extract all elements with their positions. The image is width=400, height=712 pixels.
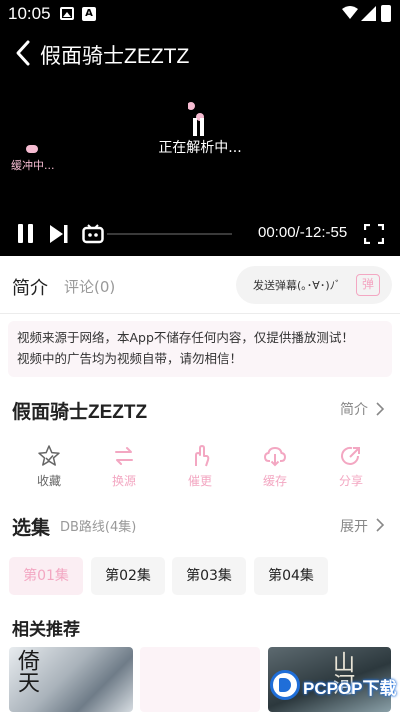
danmu-input[interactable]: 发送弹幕(｡･∀･)ﾉﾞ 弹 xyxy=(236,266,392,304)
disclaimer-line-1: 视频来源于网络，本App不储存任何内容，仅提供播放测试！ xyxy=(17,330,354,345)
cloud-download-icon xyxy=(263,446,287,467)
request-update-button[interactable]: 催更 xyxy=(175,444,225,490)
intro-link[interactable]: 简介 xyxy=(340,399,368,419)
watermark: PCPOP下载 xyxy=(270,668,397,702)
watermark-text: PCPOP下载 xyxy=(303,679,397,698)
episode-button[interactable]: 第02集 xyxy=(91,557,165,595)
share-label: 分享 xyxy=(338,474,363,488)
share-button[interactable]: 分享 xyxy=(326,444,376,490)
detail-title: 假面骑士ZEZTZ xyxy=(12,402,148,423)
video-player[interactable]: 10:05 A 假面骑士ZEZTZ 正在解析中... 缓冲中... 00:00/… xyxy=(0,0,400,256)
video-title: 假面骑士ZEZTZ xyxy=(40,45,190,68)
fullscreen-icon[interactable] xyxy=(364,224,384,244)
request-update-label: 催更 xyxy=(187,474,212,488)
poster-calligraphy: 倚天 xyxy=(14,649,39,693)
danmu-toggle-icon[interactable] xyxy=(82,224,104,244)
swap-icon xyxy=(115,447,133,465)
pause-icon[interactable] xyxy=(17,224,35,244)
time-display: 00:00/-12:-55 xyxy=(258,224,348,241)
buffering-status-text: 缓冲中... xyxy=(11,159,55,172)
recommend-poster[interactable]: 倚天 xyxy=(9,647,133,712)
cache-label: 缓存 xyxy=(262,474,287,488)
skip-next-icon[interactable] xyxy=(48,224,70,244)
recommend-title: 相关推荐 xyxy=(12,620,80,640)
tab-intro[interactable]: 简介 xyxy=(12,274,48,300)
player-title-bar: 假面骑士ZEZTZ xyxy=(0,36,400,70)
episode-button[interactable]: 第01集 xyxy=(9,557,83,595)
favorite-label: 收藏 xyxy=(36,474,61,488)
hand-icon xyxy=(195,445,210,467)
episode-button[interactable]: 第03集 xyxy=(172,557,246,595)
share-icon xyxy=(341,446,360,465)
star-icon xyxy=(38,445,60,466)
disclaimer-notice: 视频来源于网络，本App不储存任何内容，仅提供播放测试！ 视频中的广告均为视频自… xyxy=(8,321,392,377)
cache-button[interactable]: 缓存 xyxy=(250,444,300,490)
episodes-title: 选集 xyxy=(12,517,51,539)
expand-link[interactable]: 展开 xyxy=(340,516,368,536)
switch-source-label: 换源 xyxy=(111,474,136,488)
favorite-button[interactable]: 收藏 xyxy=(24,444,74,490)
route-label[interactable]: DB路线(4集) xyxy=(60,516,136,535)
buffer-indicator xyxy=(26,145,38,153)
player-controls: 00:00/-12:-55 xyxy=(0,218,400,250)
parsing-status-text: 正在解析中... xyxy=(158,140,242,156)
status-time: 10:05 xyxy=(8,4,51,23)
recommend-poster[interactable] xyxy=(140,647,260,712)
a-app-icon: A xyxy=(82,7,96,21)
wifi-icon xyxy=(342,6,358,19)
battery-icon xyxy=(381,5,391,22)
switch-source-button[interactable]: 换源 xyxy=(99,444,149,490)
watermark-logo-icon xyxy=(270,670,300,700)
danmu-send-button[interactable]: 弹 xyxy=(356,274,380,296)
image-icon xyxy=(60,7,74,20)
disclaimer-line-2: 视频中的广告均为视频自带，请勿相信！ xyxy=(17,351,243,366)
signal-icon xyxy=(361,6,376,21)
chevron-right-icon[interactable] xyxy=(375,402,385,416)
detail-tabs: 简介 评论(0) 发送弹幕(｡･∀･)ﾉﾞ 弹 xyxy=(0,256,400,314)
episode-button[interactable]: 第04集 xyxy=(254,557,328,595)
danmu-placeholder: 发送弹幕(｡･∀･)ﾉﾞ xyxy=(253,279,341,292)
back-arrow-icon[interactable] xyxy=(12,38,36,68)
tab-comments[interactable]: 评论(0) xyxy=(64,276,115,297)
chevron-right-icon[interactable] xyxy=(375,518,385,532)
status-bar: 10:05 A xyxy=(0,0,400,28)
progress-bar[interactable] xyxy=(107,233,232,235)
loading-spinner-icon xyxy=(188,102,204,136)
